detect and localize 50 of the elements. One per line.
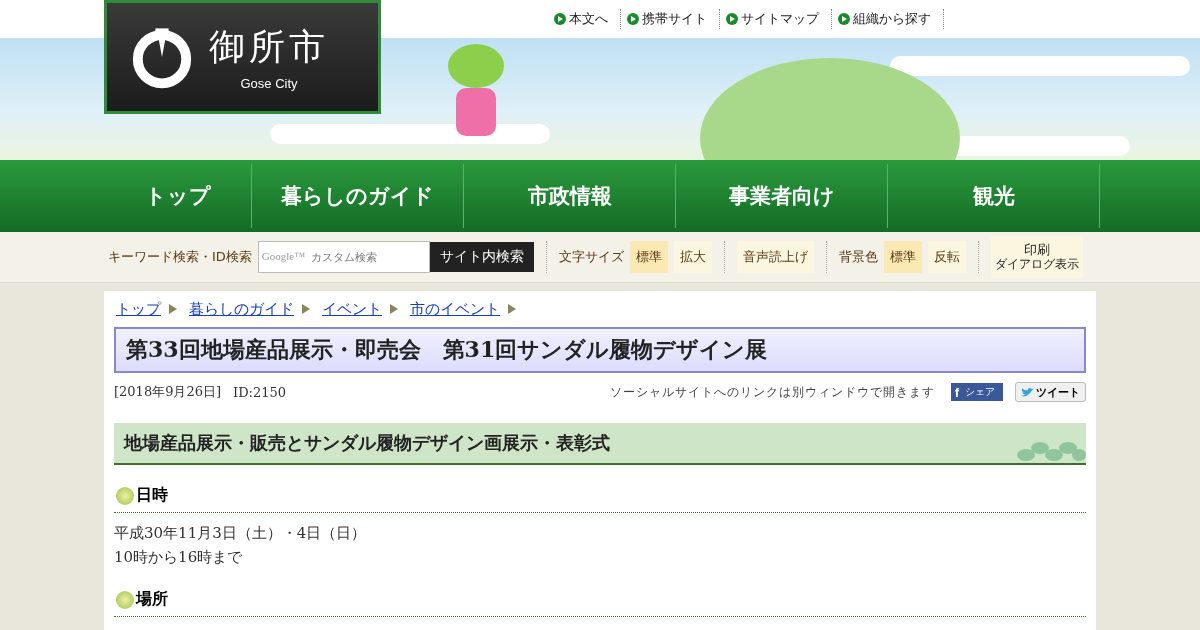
arrow-icon xyxy=(390,304,398,314)
bird-icon xyxy=(1021,386,1034,398)
play-icon xyxy=(838,13,850,25)
play-icon xyxy=(726,13,738,25)
date-text: [2018年9月26日] xyxy=(114,383,222,401)
bullet-icon xyxy=(116,486,134,505)
nav-tab[interactable]: 暮らしのガイド xyxy=(252,164,464,228)
header-link[interactable]: 組織から探す xyxy=(832,9,944,29)
search-brand-text: Google™ xyxy=(261,250,306,262)
play-icon xyxy=(554,13,566,25)
search-button[interactable]: サイト内検索 xyxy=(429,242,534,272)
text-size-button[interactable]: 標準 xyxy=(629,241,668,273)
play-icon xyxy=(627,13,639,25)
arrow-icon xyxy=(508,304,516,314)
text-size-button[interactable]: 拡大 xyxy=(673,241,712,273)
search-label: キーワード検索・ID検索 xyxy=(108,248,252,266)
header-link[interactable]: 携帯サイト xyxy=(621,9,720,29)
nav-tab[interactable]: 市政情報 xyxy=(464,164,676,228)
body-text: 平成30年11月3日（土）・4日（日） xyxy=(114,523,368,544)
tweet-button[interactable]: ツイート xyxy=(1015,382,1086,402)
logo-title: 御所市 xyxy=(209,25,329,69)
leaf-pattern-icon xyxy=(1016,439,1086,463)
breadcrumb-link[interactable]: 市のイベント xyxy=(410,299,500,319)
breadcrumb-link[interactable]: 暮らしのガイド xyxy=(189,299,294,319)
nav-tab[interactable]: 事業者向け xyxy=(676,164,888,228)
subsection-heading: 場所 xyxy=(136,589,168,610)
nav-tab[interactable]: トップ xyxy=(104,164,252,228)
header-link[interactable]: 本文へ xyxy=(548,9,621,29)
background-color-label: 背景色 xyxy=(838,248,878,266)
bullet-icon xyxy=(116,590,134,609)
id-text: ID:2150 xyxy=(233,384,287,400)
arrow-icon xyxy=(302,304,310,314)
logo-panel[interactable]: 御所市 Gose City xyxy=(104,0,381,114)
text-size-label: 文字サイズ xyxy=(558,248,624,266)
social-note: ソーシャルサイトへのリンクは別ウィンドウで開きます xyxy=(609,383,935,401)
print-button[interactable]: 印刷 ダイアログ表示 xyxy=(990,236,1083,278)
share-button[interactable]: f シェア xyxy=(950,383,1003,401)
logo-subtitle: Gose City xyxy=(240,76,298,91)
background-color-button[interactable]: 反転 xyxy=(927,241,966,273)
arrow-icon xyxy=(169,304,177,314)
header-link[interactable]: サイトマップ xyxy=(720,9,832,29)
breadcrumb-link[interactable]: トップ xyxy=(116,299,161,319)
nav-tab[interactable]: 観光 xyxy=(888,164,1100,228)
breadcrumb-link[interactable]: イベント xyxy=(322,299,382,319)
background-color-button[interactable]: 標準 xyxy=(883,241,922,273)
section-heading: 地場産品展示・販売とサンダル履物デザイン画展示・表彰式 xyxy=(114,423,1086,465)
body-text: 10時から16時まで xyxy=(114,547,244,568)
page-title: 第33回地場産品展示・即売会 第31回サンダル履物デザイン展 xyxy=(114,327,1086,373)
subsection-heading: 日時 xyxy=(136,485,168,506)
voice-button[interactable]: 音声読上げ xyxy=(736,241,814,273)
